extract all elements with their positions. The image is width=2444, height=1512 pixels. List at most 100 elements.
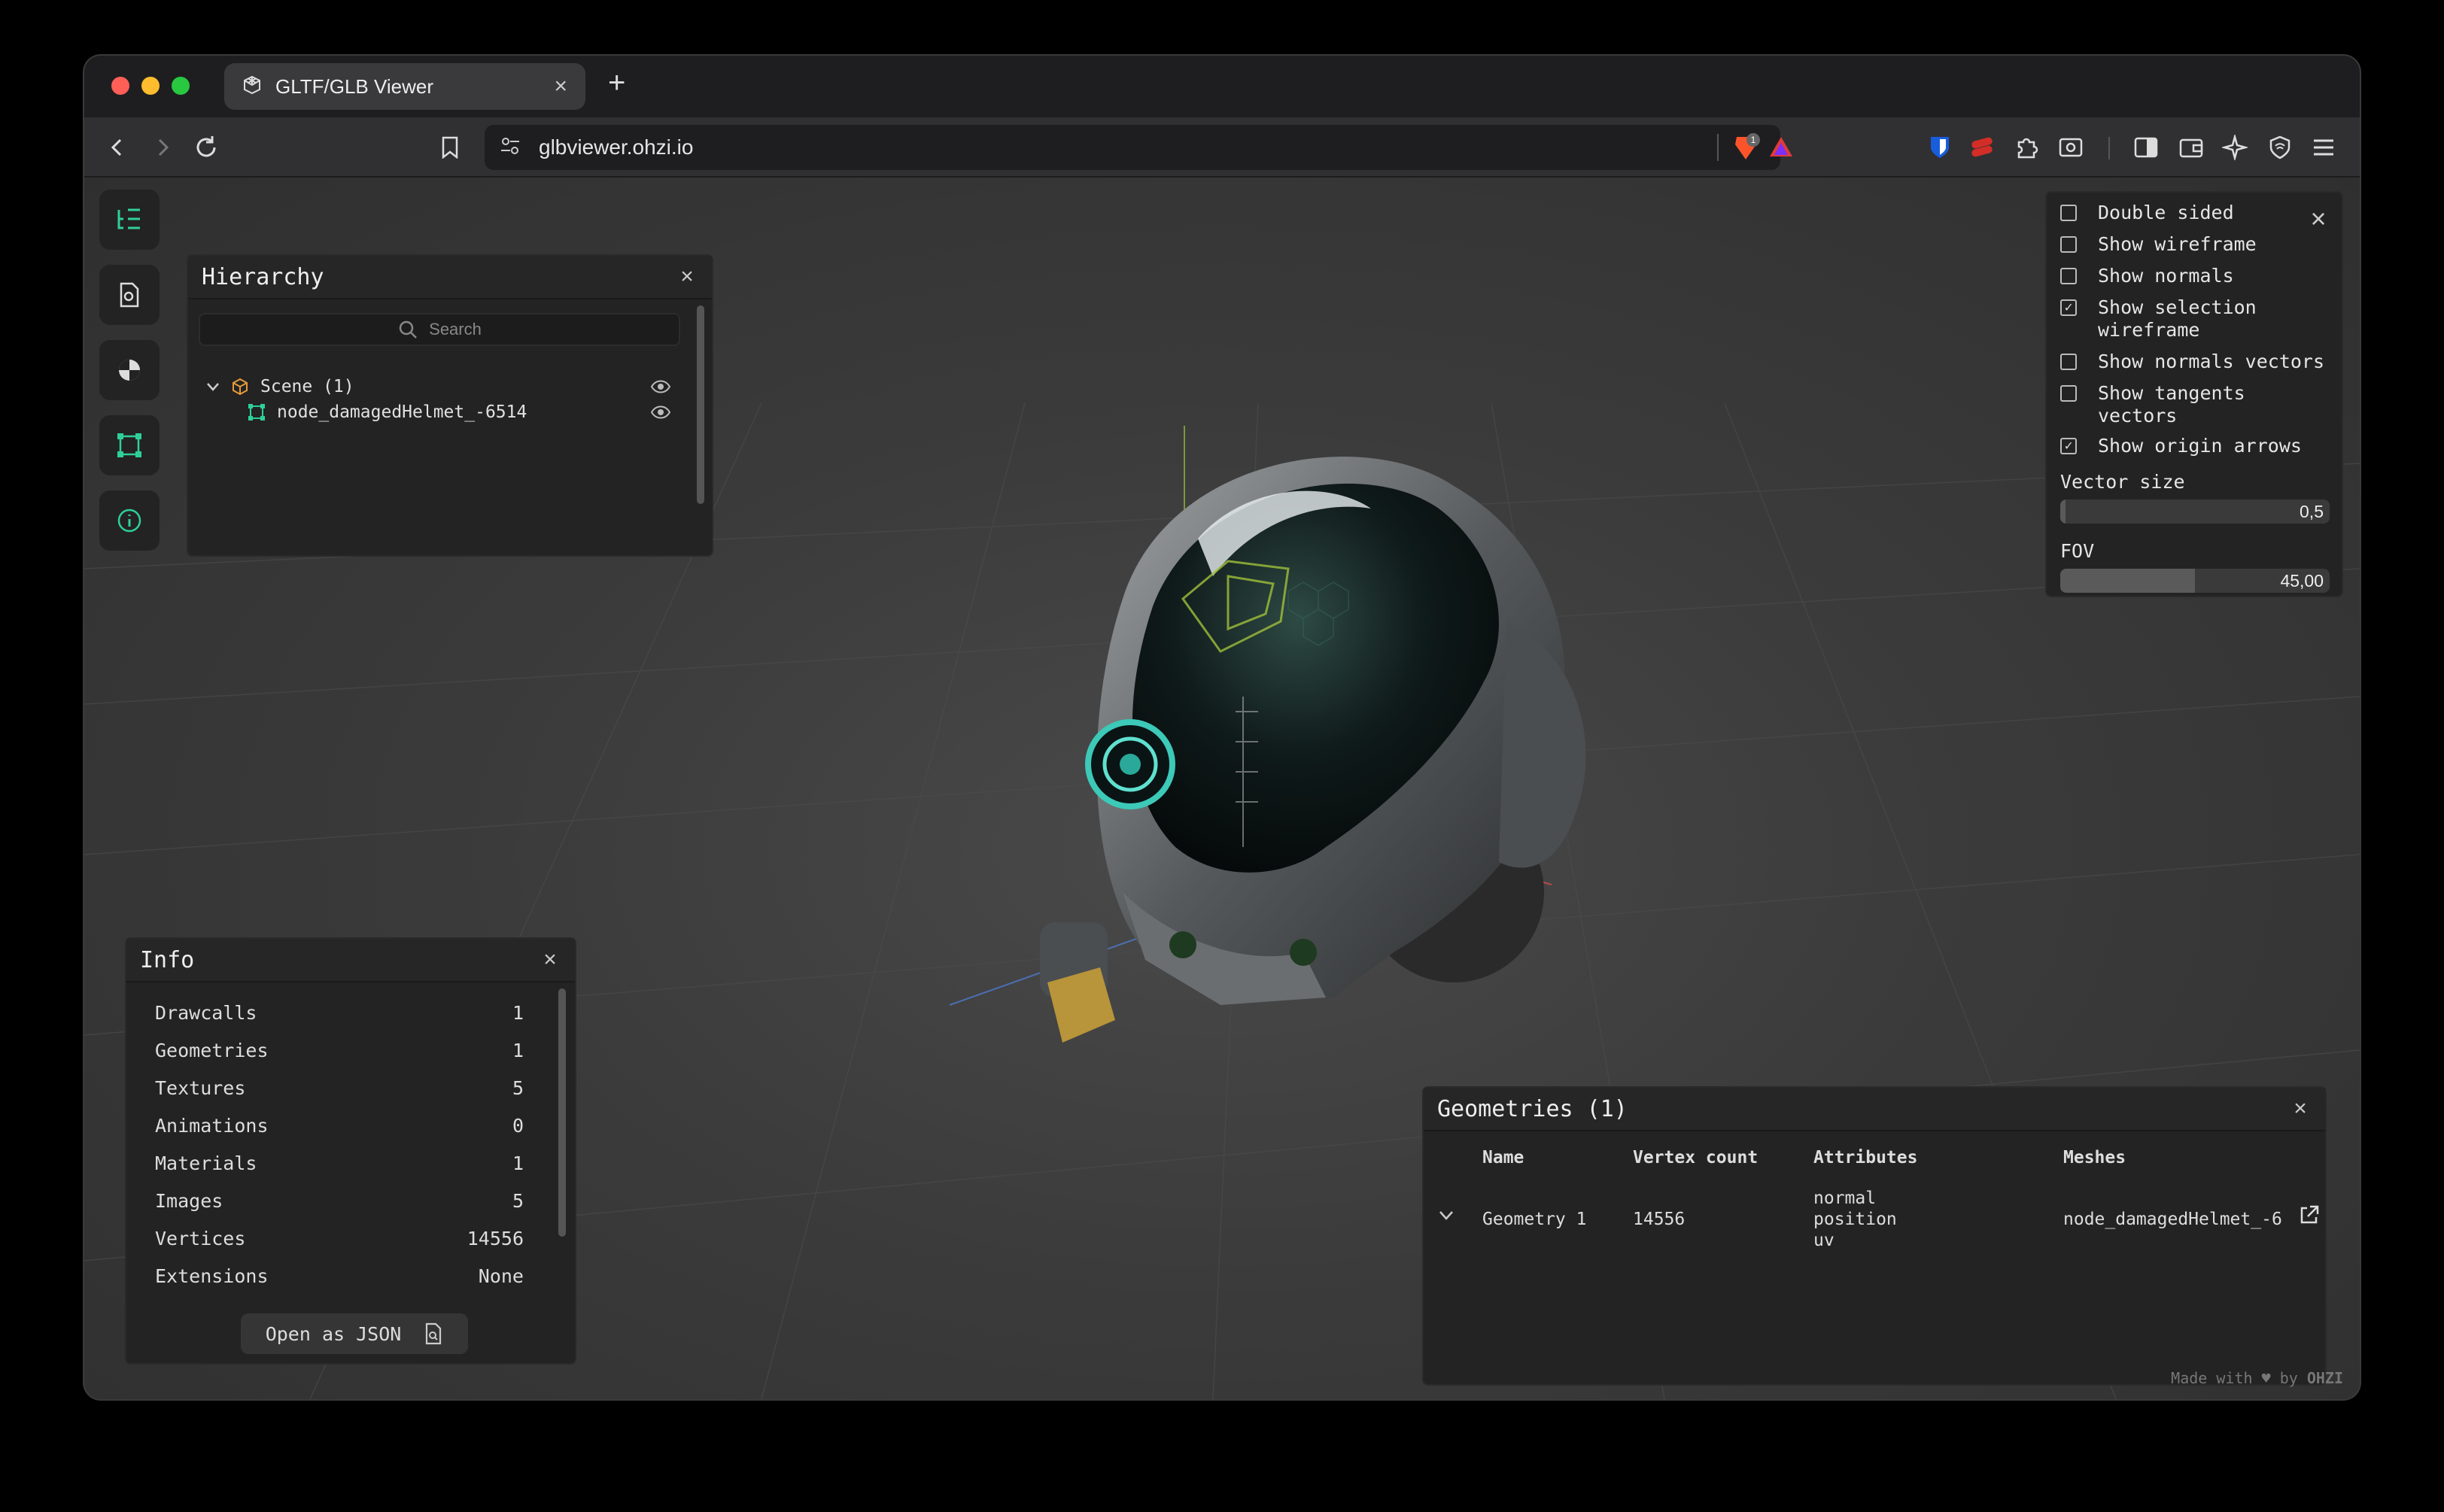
- url-divider: [1717, 134, 1719, 161]
- option-label: Show origin arrows: [2098, 435, 2302, 457]
- helmet-model[interactable]: [972, 426, 1649, 1133]
- hierarchy-title: Hierarchy: [202, 263, 324, 290]
- info-icon: [117, 509, 141, 533]
- wallet-icon[interactable]: [2175, 131, 2208, 164]
- checkbox-icon[interactable]: [2060, 385, 2077, 402]
- geometries-toggle-button[interactable]: [99, 415, 160, 475]
- info-row: Drawcalls 1: [155, 1002, 524, 1029]
- hierarchy-toggle-button[interactable]: [99, 190, 160, 250]
- maximize-window-button[interactable]: [172, 77, 190, 95]
- option-label: Show selection wireframe: [2098, 296, 2257, 341]
- tree-node-scene[interactable]: Scene (1): [205, 373, 671, 400]
- materials-button[interactable]: [99, 340, 160, 400]
- vector-size-label: Vector size: [2060, 471, 2185, 493]
- show-normals-vectors-checkbox[interactable]: Show normals vectors: [2060, 351, 2324, 373]
- info-row: Animations 0: [155, 1115, 524, 1142]
- vpn-shield-icon[interactable]: [2263, 131, 2297, 164]
- eye-icon[interactable]: [650, 379, 671, 394]
- vector-size-value: 0,5: [2300, 502, 2324, 521]
- info-value: 1: [512, 1152, 524, 1174]
- render-settings-panel: × Double sided Show wireframe Show norma…: [2045, 191, 2343, 597]
- tree-node-label: Scene (1): [260, 377, 354, 396]
- option-label: Show tangents vectors: [2098, 382, 2245, 427]
- checkbox-icon[interactable]: [2060, 236, 2077, 253]
- column-header-meshes: Meshes: [2063, 1148, 2126, 1167]
- brave-shield-icon[interactable]: 1: [1731, 132, 1761, 166]
- attribute-position: position: [1813, 1210, 1897, 1229]
- settings-close-icon[interactable]: ×: [2307, 203, 2330, 235]
- tab-gltf-viewer[interactable]: GLTF/GLB Viewer ×: [224, 63, 585, 110]
- geometry-mesh-link[interactable]: node_damagedHelmet_-6: [2063, 1210, 2282, 1229]
- new-tab-button[interactable]: +: [608, 66, 625, 100]
- back-icon[interactable]: [101, 131, 134, 164]
- show-wireframe-checkbox[interactable]: Show wireframe: [2060, 233, 2257, 256]
- fov-slider[interactable]: 45,00: [2060, 569, 2330, 593]
- minimize-window-button[interactable]: [141, 77, 160, 95]
- vector-size-slider[interactable]: 0,5: [2060, 499, 2330, 524]
- tab-close-icon[interactable]: ×: [554, 74, 567, 99]
- open-as-json-button[interactable]: Open as JSON: [241, 1313, 468, 1354]
- chevron-down-icon[interactable]: [1437, 1208, 1455, 1223]
- info-row: Vertices 14556: [155, 1228, 524, 1255]
- checkbox-checked-icon[interactable]: ✓: [2060, 299, 2077, 316]
- close-window-button[interactable]: [111, 77, 129, 95]
- tree-node-mesh[interactable]: node_damagedHelmet_-6514: [205, 399, 671, 426]
- column-header-attributes: Attributes: [1813, 1148, 1918, 1167]
- info-value: 1: [512, 1040, 524, 1061]
- screenshot-icon[interactable]: [2054, 131, 2087, 164]
- hierarchy-scrollbar[interactable]: [697, 305, 704, 504]
- brave-rewards-icon[interactable]: [1768, 135, 1794, 162]
- info-label: Textures: [155, 1077, 246, 1099]
- chevron-down-icon[interactable]: [205, 378, 221, 395]
- made-with-footer[interactable]: Made with ♥ by OHZI: [2171, 1369, 2343, 1387]
- show-tangents-vectors-checkbox[interactable]: Show tangents vectors: [2060, 382, 2278, 427]
- geometries-close-icon[interactable]: ×: [2289, 1096, 2312, 1122]
- lastpass-icon[interactable]: [1965, 131, 1999, 164]
- address-bar[interactable]: glbviewer.ohzi.io 1: [485, 125, 1792, 170]
- info-label: Images: [155, 1190, 223, 1212]
- info-label: Animations: [155, 1115, 269, 1137]
- extensions-puzzle-icon[interactable]: [2011, 131, 2044, 164]
- sidebar-toggle-icon[interactable]: [2129, 131, 2163, 164]
- checkbox-checked-icon[interactable]: ✓: [2060, 438, 2077, 454]
- file-icon: [120, 282, 139, 308]
- hierarchy-search-input[interactable]: Search: [199, 313, 680, 346]
- site-settings-icon[interactable]: [500, 136, 521, 159]
- forward-icon[interactable]: [146, 131, 179, 164]
- checkbox-icon[interactable]: [2060, 205, 2077, 221]
- open-json-label: Open as JSON: [265, 1322, 402, 1345]
- info-close-icon[interactable]: ×: [539, 947, 561, 973]
- info-value: 1: [512, 1002, 524, 1024]
- hierarchy-close-icon[interactable]: ×: [676, 264, 698, 290]
- show-selection-wireframe-checkbox[interactable]: ✓ Show selection wireframe: [2060, 296, 2309, 342]
- geometries-panel: Geometries (1) × Name Vertex count Attri…: [1422, 1086, 2327, 1386]
- leo-ai-icon[interactable]: [2218, 131, 2251, 164]
- info-toggle-button[interactable]: [99, 490, 160, 551]
- cube-icon: [233, 378, 248, 396]
- mesh-icon: [117, 433, 141, 457]
- list-tree-icon: [117, 208, 140, 229]
- menu-icon[interactable]: [2307, 131, 2340, 164]
- shield-badge: 1: [1751, 135, 1756, 145]
- checkbox-icon[interactable]: [2060, 354, 2077, 370]
- option-label: Show normals: [2098, 265, 2234, 287]
- reload-icon[interactable]: [190, 131, 223, 164]
- double-sided-checkbox[interactable]: Double sided: [2060, 202, 2234, 224]
- bookmark-icon[interactable]: [433, 131, 467, 164]
- info-value: 5: [512, 1190, 524, 1212]
- info-scrollbar[interactable]: [558, 988, 566, 1237]
- info-label: Drawcalls: [155, 1002, 257, 1024]
- eye-icon[interactable]: [650, 405, 671, 420]
- 3d-viewport[interactable]: Hierarchy × Search Scene (1) node_damage…: [84, 178, 2360, 1399]
- info-value: 0: [512, 1115, 524, 1137]
- external-link-icon[interactable]: [2298, 1204, 2321, 1226]
- show-origin-arrows-checkbox[interactable]: ✓ Show origin arrows: [2060, 435, 2302, 457]
- checkbox-icon[interactable]: [2060, 268, 2077, 284]
- file-button[interactable]: [99, 265, 160, 325]
- fov-label: FOV: [2060, 540, 2095, 562]
- bitwarden-icon[interactable]: [1923, 131, 1956, 164]
- hierarchy-panel: Hierarchy × Search Scene (1) node_damage…: [187, 254, 713, 557]
- browser-window: GLTF/GLB Viewer × + glbviewer.ohzi.io 1: [84, 56, 2360, 1399]
- show-normals-checkbox[interactable]: Show normals: [2060, 265, 2234, 287]
- slider-fill: [2060, 569, 2195, 593]
